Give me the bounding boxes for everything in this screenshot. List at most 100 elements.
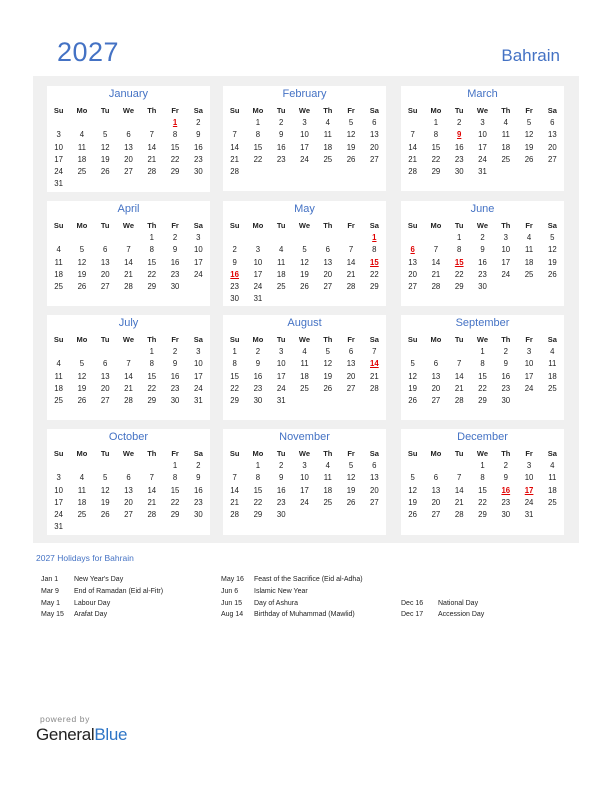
- holiday-row: May 15 Arafat Day: [41, 609, 163, 621]
- day-cell: 4: [79, 130, 85, 140]
- day-cell: 20: [408, 269, 417, 279]
- empty-cell: [401, 117, 424, 129]
- day-cell: 12: [524, 130, 534, 140]
- day-cell: 21: [147, 497, 157, 507]
- day-cell: 29: [478, 395, 487, 405]
- holiday-date: Mar 9: [41, 587, 59, 595]
- day-cell: 22: [147, 383, 157, 393]
- calendar-panel: January Su Mo Tu We Th Fr Sa 1 2 3 4 5 6 7 8 9 10 11 12 13 14…: [33, 76, 579, 543]
- day-cell: 27: [431, 509, 441, 519]
- day-cell: 3: [56, 130, 61, 140]
- day-cell: 16: [170, 257, 180, 267]
- day-cell: 20: [370, 485, 379, 495]
- weekday-header: Fr: [525, 335, 533, 344]
- day-cell: 26: [77, 395, 87, 405]
- holiday-row: Aug 14 Birthday of Muhammad (Mawlid): [221, 609, 363, 621]
- day-cell: 19: [100, 154, 110, 164]
- day-cell: 7: [372, 347, 377, 357]
- empty-cell: [293, 232, 316, 244]
- day-cell: 31: [54, 179, 63, 189]
- day-cell: 5: [325, 347, 330, 357]
- day-cell: 13: [124, 485, 133, 495]
- day-cell: 4: [550, 347, 555, 357]
- day-cell: 4: [56, 245, 61, 255]
- day-cell: 25: [276, 281, 286, 291]
- weekday-header: Th: [323, 335, 333, 344]
- day-cell: 5: [348, 461, 354, 471]
- day-cell: 5: [79, 359, 85, 369]
- day-cell: 19: [408, 497, 417, 507]
- day-cell: 26: [408, 509, 417, 519]
- holiday-date: May 16: [221, 576, 244, 583]
- holiday-date: Jan 1: [41, 576, 59, 583]
- month-grid: Su Mo Tu We Th Fr Sa 1 2 3 4 5 6 7 8 9 10 11 12 13 14 15 16 17 1…: [223, 448, 386, 521]
- weekday-header: Sa: [547, 221, 557, 230]
- day-cell: 10: [300, 130, 309, 140]
- day-cell: 13: [370, 473, 379, 483]
- day-cell: 1: [457, 233, 462, 243]
- weekday-header: Tu: [100, 449, 110, 458]
- day-cell: 11: [501, 130, 510, 140]
- day-cell: 21: [124, 269, 133, 279]
- holiday-name: Labour Day: [74, 599, 111, 607]
- day-cell: 24: [194, 269, 203, 279]
- day-cell: 6: [433, 359, 439, 369]
- day-cell: 18: [276, 269, 286, 279]
- holiday-row: Jun 15 Day of Ashura: [221, 598, 363, 610]
- holidays-title: 2027 Holidays for Bahrain: [36, 553, 134, 563]
- day-cell: 24: [253, 281, 263, 291]
- day-cell: 28: [124, 395, 133, 405]
- day-cell: 3: [255, 245, 261, 255]
- day-cell: 11: [54, 257, 63, 267]
- weekday-header: Fr: [171, 449, 179, 458]
- day-cell: 6: [103, 359, 108, 369]
- day-cell: 5: [103, 473, 108, 483]
- day-cell: 24: [524, 383, 534, 393]
- day-cell: 24: [54, 166, 63, 176]
- month-january: January Su Mo Tu We Th Fr Sa 1 2 3 4 5 6 7 8 9 10 11 12 13 14…: [47, 86, 210, 192]
- day-cell: 26: [548, 269, 557, 279]
- day-cell: 8: [172, 473, 178, 483]
- day-cell: 13: [548, 130, 557, 140]
- month-grid: Su Mo Tu We Th Fr Sa 1 2 3 4 5 6 7 8 9 10 11 12 13 14 15 16 17 1…: [401, 220, 564, 293]
- day-cell: 26: [323, 383, 333, 393]
- day-cell: 21: [147, 154, 157, 164]
- day-cell: 25: [524, 269, 534, 279]
- day-cell: 2: [480, 233, 485, 243]
- holiday-row: Jun 6 Islamic New Year: [221, 586, 363, 598]
- day-cell: 5: [410, 473, 415, 483]
- holiday-day: 16: [501, 485, 511, 495]
- day-cell: 19: [408, 383, 417, 393]
- day-cell: 27: [370, 497, 379, 507]
- day-cell: 29: [170, 166, 180, 176]
- day-cell: 17: [501, 257, 511, 267]
- weekday-header: Su: [407, 221, 418, 230]
- day-cell: 20: [124, 154, 133, 164]
- day-cell: 5: [348, 118, 354, 128]
- day-cell: 31: [194, 395, 203, 405]
- weekday-header: Mo: [252, 449, 264, 458]
- weekday-header: We: [476, 335, 489, 344]
- month-grid: Su Mo Tu We Th Fr Sa 1 2 3 4 5 6 7 8 9 10 11 12 13 14 15 16 17 1…: [401, 448, 564, 521]
- holiday-day: 6: [410, 245, 415, 255]
- day-cell: 2: [255, 347, 261, 357]
- weekday-header: Th: [323, 449, 333, 458]
- weekday-header: We: [476, 221, 489, 230]
- day-cell: 29: [454, 281, 464, 291]
- day-cell: 28: [346, 281, 356, 291]
- day-cell: 27: [100, 395, 110, 405]
- day-cell: 20: [346, 371, 356, 381]
- month-grid: Su Mo Tu We Th Fr Sa 1 2 3 4 5 6 7 8 9 10 11 12 13 14 15 16 17 1…: [401, 334, 564, 407]
- holiday-day: 15: [370, 257, 379, 267]
- month-grid: Su Mo Tu We Th Fr Sa 1 2 3 4 5 6 7 8 9 10 11 12 13 14 15 16 17 1…: [401, 105, 564, 178]
- month-july: July Su Mo Tu We Th Fr Sa 1 2 3 4 5 6 7 8 9 10 11 12 13 14 15 1…: [47, 315, 210, 420]
- day-cell: 18: [54, 269, 63, 279]
- weekday-header: We: [298, 335, 311, 344]
- day-cell: 9: [196, 473, 201, 483]
- day-cell: 25: [54, 395, 63, 405]
- day-cell: 19: [548, 257, 557, 267]
- weekday-header: Sa: [369, 106, 379, 115]
- day-cell: 31: [276, 395, 286, 405]
- day-cell: 2: [503, 461, 508, 471]
- day-cell: 24: [300, 154, 309, 164]
